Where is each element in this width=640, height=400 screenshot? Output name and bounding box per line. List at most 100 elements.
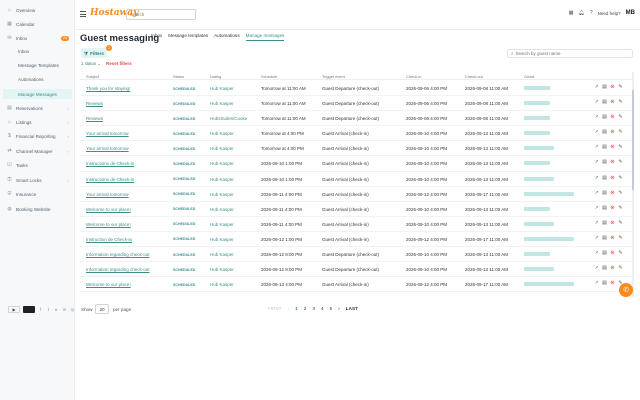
search-input[interactable] [130,12,195,17]
guest-name-redacted[interactable] [524,282,574,287]
guest-name-redacted[interactable] [524,101,550,106]
send-now-icon[interactable]: ↗ [594,266,599,271]
status-filter-chip[interactable]: 1 status ⌄ [81,61,101,67]
linkedin-icon[interactable]: in [62,307,67,312]
cell-subject[interactable]: Information regarding check-out [86,267,150,272]
tab-automations[interactable]: Automations [214,33,240,41]
send-now-icon[interactable]: ↗ [594,205,599,211]
column-header-checkin[interactable]: Check-in [406,74,421,79]
sidebar-item-overview[interactable]: ⌂ Overview [3,5,72,15]
table-row[interactable]: Welcome to our place! SCHEDULED Hub Kasper… [80,202,632,217]
sidebar-item-inbox-sub[interactable]: Inbox [3,46,72,56]
global-search[interactable] [126,9,196,20]
view-icon[interactable]: ▤ [602,85,607,90]
edit-icon[interactable]: ✎ [618,205,623,211]
sidebar-item-insurance[interactable]: ⛨ Insurance [3,189,72,199]
cancel-icon[interactable]: ⊗ [610,220,615,226]
sidebar-item-listings[interactable]: ⌂ Listings › [3,117,72,127]
column-header-trigger[interactable]: Trigger event [322,74,345,79]
table-row[interactable]: Instructions de Check-in SCHEDULED Hub Kas… [80,156,632,172]
guest-name-redacted[interactable] [524,146,554,151]
edit-icon[interactable]: ✎ [618,100,623,105]
send-now-icon[interactable]: ↗ [594,220,599,226]
guest-name-redacted[interactable] [524,161,550,166]
next-page-icon[interactable]: › [338,306,340,311]
edit-icon[interactable]: ✎ [618,220,623,226]
cancel-icon[interactable]: ⊗ [610,115,615,120]
guest-name-redacted[interactable] [524,116,550,121]
view-icon[interactable]: ▤ [602,130,607,135]
view-icon[interactable]: ▤ [602,175,607,181]
cancel-icon[interactable]: ⊗ [610,266,615,271]
cell-listing[interactable]: Hub Kasper [210,282,234,287]
guest-name-redacted[interactable] [524,86,550,90]
sidebar-item-smart-locks[interactable]: ⚿ Smart Locks › [3,175,72,185]
sidebar-item-automations-sub[interactable]: Automations [3,74,72,84]
sidebar-item-inbox[interactable]: ✉ Inbox 20 [3,33,72,43]
cell-subject[interactable]: Reviews [86,116,103,121]
guest-name-redacted[interactable] [524,206,550,211]
google-play-icon[interactable]: ▶ [8,306,20,313]
page-link-3[interactable]: 3 [312,306,315,311]
cancel-icon[interactable]: ⊗ [610,85,615,90]
guest-name-redacted[interactable] [524,221,554,226]
cell-listing[interactable]: Hub Kasper [210,161,234,166]
column-header-checkout[interactable]: Check-out [465,74,483,79]
send-now-icon[interactable]: ↗ [594,175,599,181]
page-link-4[interactable]: 4 [321,306,324,311]
table-row[interactable]: Your arrival tomorrow SCHEDULED Hub Kasper… [80,126,632,142]
send-now-icon[interactable]: ↗ [594,251,599,256]
cancel-icon[interactable]: ⊗ [610,100,615,105]
cell-listing[interactable]: Hub Kasper [210,177,234,182]
table-row[interactable]: Information regarding check-out SCHEDULED… [80,262,632,278]
send-now-icon[interactable]: ↗ [594,85,599,90]
guest-name-redacted[interactable] [524,191,574,196]
cell-subject[interactable]: Instruction de Check-in [86,237,132,242]
cell-listing[interactable]: Hub Kasper [210,101,234,106]
cell-subject[interactable]: Your arrival tomorrow [86,131,129,136]
view-icon[interactable]: ▤ [602,160,607,165]
guest-search-input[interactable] [515,51,632,56]
guest-name-redacted[interactable] [524,252,550,257]
view-icon[interactable]: ▤ [602,115,607,120]
last-page-link[interactable]: LAST [346,306,358,311]
cell-subject[interactable]: Your arrival tomorrow [86,192,129,197]
cancel-icon[interactable]: ⊗ [610,145,615,150]
send-now-icon[interactable]: ↗ [594,130,599,135]
first-page-link[interactable]: FIRST [268,306,282,311]
page-link-2[interactable]: 2 [304,306,307,311]
table-row[interactable]: Your arrival tomorrow SCHEDULED Hub Kasper… [80,141,632,157]
view-icon[interactable]: ▤ [602,266,607,271]
sidebar-item-reservations[interactable]: ▤ Reservations › [3,103,72,113]
edit-icon[interactable]: ✎ [618,115,623,120]
cell-listing[interactable]: Hub Kasper [210,207,234,212]
cell-listing[interactable]: Hub Kasper [210,222,234,227]
send-now-icon[interactable]: ↗ [594,160,599,165]
cell-listing[interactable]: Hub Kasper [210,86,234,91]
youtube-icon[interactable]: ▸ [54,307,59,312]
avatar[interactable]: MB [626,10,635,16]
guest-search[interactable]: ⌕ [507,49,633,58]
sidebar-item-financial-reporting[interactable]: $ Financial Reporting › [3,131,72,141]
edit-icon[interactable]: ✎ [618,160,623,165]
view-icon[interactable]: ▤ [602,100,607,105]
send-now-icon[interactable]: ↗ [594,115,599,120]
table-row[interactable]: Welcome to our place! SCHEDULED Hub Kasper… [80,277,632,293]
guest-name-redacted[interactable] [524,131,550,136]
view-icon[interactable]: ▤ [602,251,607,256]
edit-icon[interactable]: ✎ [618,190,623,196]
view-icon[interactable]: ▤ [602,235,607,241]
cancel-icon[interactable]: ⊗ [610,130,615,135]
cancel-icon[interactable]: ⊗ [610,175,615,181]
sidebar-item-calendar[interactable]: ▦ Calendar [3,19,72,29]
instagram-icon[interactable]: ◎ [70,307,75,312]
sidebar-item-tasks[interactable]: ☑ Tasks [3,160,72,170]
cell-listing[interactable]: Hub Kasper [210,131,234,136]
edit-icon[interactable]: ✎ [618,266,623,271]
cell-listing[interactable]: Hub Kasper [210,146,234,151]
facebook-icon[interactable]: f [38,307,43,312]
send-now-icon[interactable]: ↗ [594,100,599,105]
twitter-icon[interactable]: t [46,307,51,312]
bell-icon[interactable]: 🔔︎ [578,10,584,16]
sidebar-item-manage-messages-sub[interactable]: Manage Messages [3,89,72,99]
